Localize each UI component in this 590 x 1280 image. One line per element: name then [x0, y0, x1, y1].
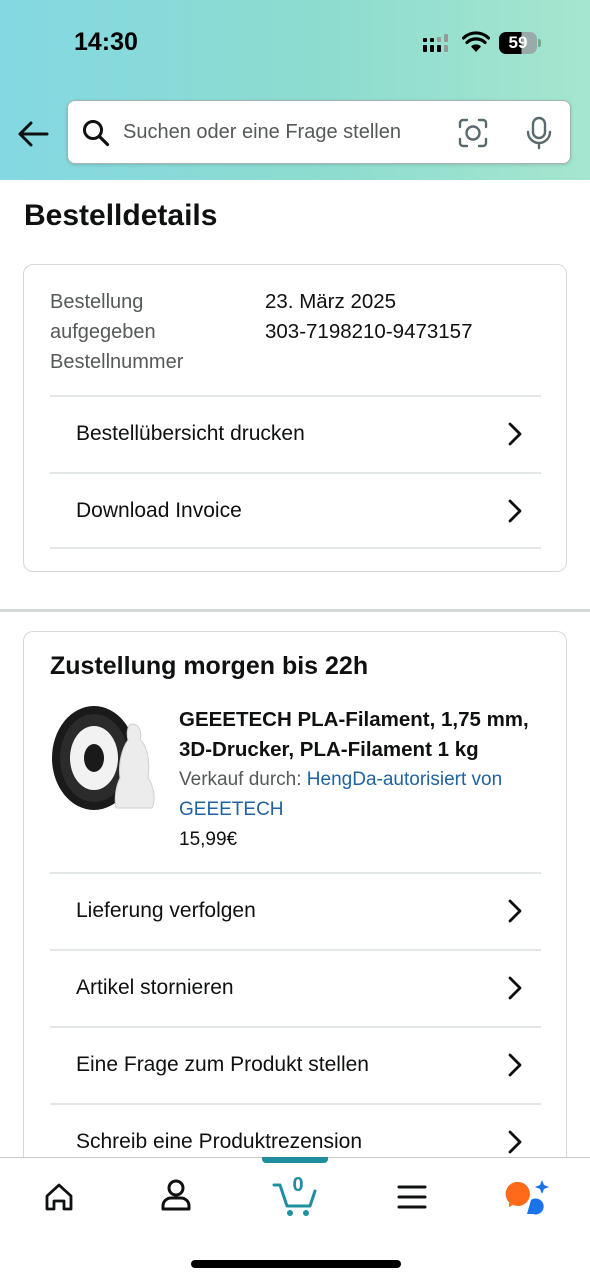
battery-icon: 59	[499, 32, 541, 54]
cancel-item-row[interactable]: Artikel stornieren	[50, 949, 541, 1026]
chevron-right-icon	[508, 1130, 522, 1154]
label-order-placed-line1: Bestellung	[50, 291, 144, 313]
order-info-values: 23. März 2025 303-7198210-9473157	[265, 287, 555, 347]
label-order-number: Bestellnummer	[50, 351, 184, 373]
wifi-icon	[462, 31, 490, 52]
label-order-placed-line2: aufgegeben	[50, 321, 156, 343]
row-label: Bestellübersicht drucken	[76, 422, 305, 445]
cellular-signal-icon	[423, 34, 448, 52]
chevron-right-icon	[508, 1053, 522, 1077]
chevron-right-icon	[508, 499, 522, 523]
download-invoice-row[interactable]: Download Invoice	[50, 472, 541, 549]
row-label: Artikel stornieren	[76, 976, 234, 999]
chevron-right-icon	[508, 422, 522, 446]
row-label: Download Invoice	[76, 499, 242, 522]
print-order-summary-row[interactable]: Bestellübersicht drucken	[50, 395, 541, 472]
search-input[interactable]	[123, 101, 453, 163]
order-number: 303-7198210-9473157	[265, 320, 473, 343]
section-divider	[0, 609, 590, 612]
order-info-card: Bestellung aufgegeben Bestellnummer 23. …	[23, 264, 567, 572]
camera-lens-icon[interactable]	[458, 118, 488, 148]
row-label: Lieferung verfolgen	[76, 899, 256, 922]
menu-icon[interactable]	[382, 1172, 442, 1222]
search-bar[interactable]	[67, 100, 571, 164]
battery-level: 59	[508, 33, 528, 52]
status-time: 14:30	[74, 28, 138, 56]
search-icon	[83, 120, 110, 147]
order-info-labels: Bestellung aufgegeben Bestellnummer	[50, 287, 250, 377]
cart-count-badge: 0	[292, 1174, 304, 1196]
home-indicator	[191, 1260, 401, 1268]
back-arrow-icon[interactable]	[16, 118, 50, 150]
microphone-icon[interactable]	[526, 116, 552, 150]
seller-prefix: Verkauf durch:	[179, 769, 307, 790]
shipment-card: Zustellung morgen bis 22h GEEETECH PLA-F…	[23, 631, 567, 1191]
bottom-navigation: 0	[0, 1157, 590, 1280]
seller-line: Verkauf durch: HengDa-autorisiert von GE…	[179, 765, 544, 825]
page-title: Bestelldetails	[24, 199, 218, 232]
chevron-right-icon	[508, 976, 522, 1000]
product-image[interactable]	[50, 702, 160, 814]
order-date: 23. März 2025	[265, 290, 397, 313]
row-label: Eine Frage zum Produkt stellen	[76, 1053, 369, 1076]
account-icon[interactable]	[146, 1172, 206, 1222]
chevron-right-icon	[508, 899, 522, 923]
home-icon[interactable]	[29, 1172, 89, 1222]
product-price: 15,99€	[179, 829, 238, 850]
active-tab-indicator	[262, 1157, 328, 1163]
track-delivery-row[interactable]: Lieferung verfolgen	[50, 872, 541, 949]
assistant-icon[interactable]	[499, 1172, 559, 1222]
cart-button[interactable]: 0	[266, 1172, 326, 1222]
product-title[interactable]: GEEETECH PLA-Filament, 1,75 mm, 3D-Druck…	[179, 705, 544, 765]
delivery-title: Zustellung morgen bis 22h	[50, 652, 369, 680]
ask-product-question-row[interactable]: Eine Frage zum Produkt stellen	[50, 1026, 541, 1103]
app-header: 14:30 59	[0, 0, 590, 180]
